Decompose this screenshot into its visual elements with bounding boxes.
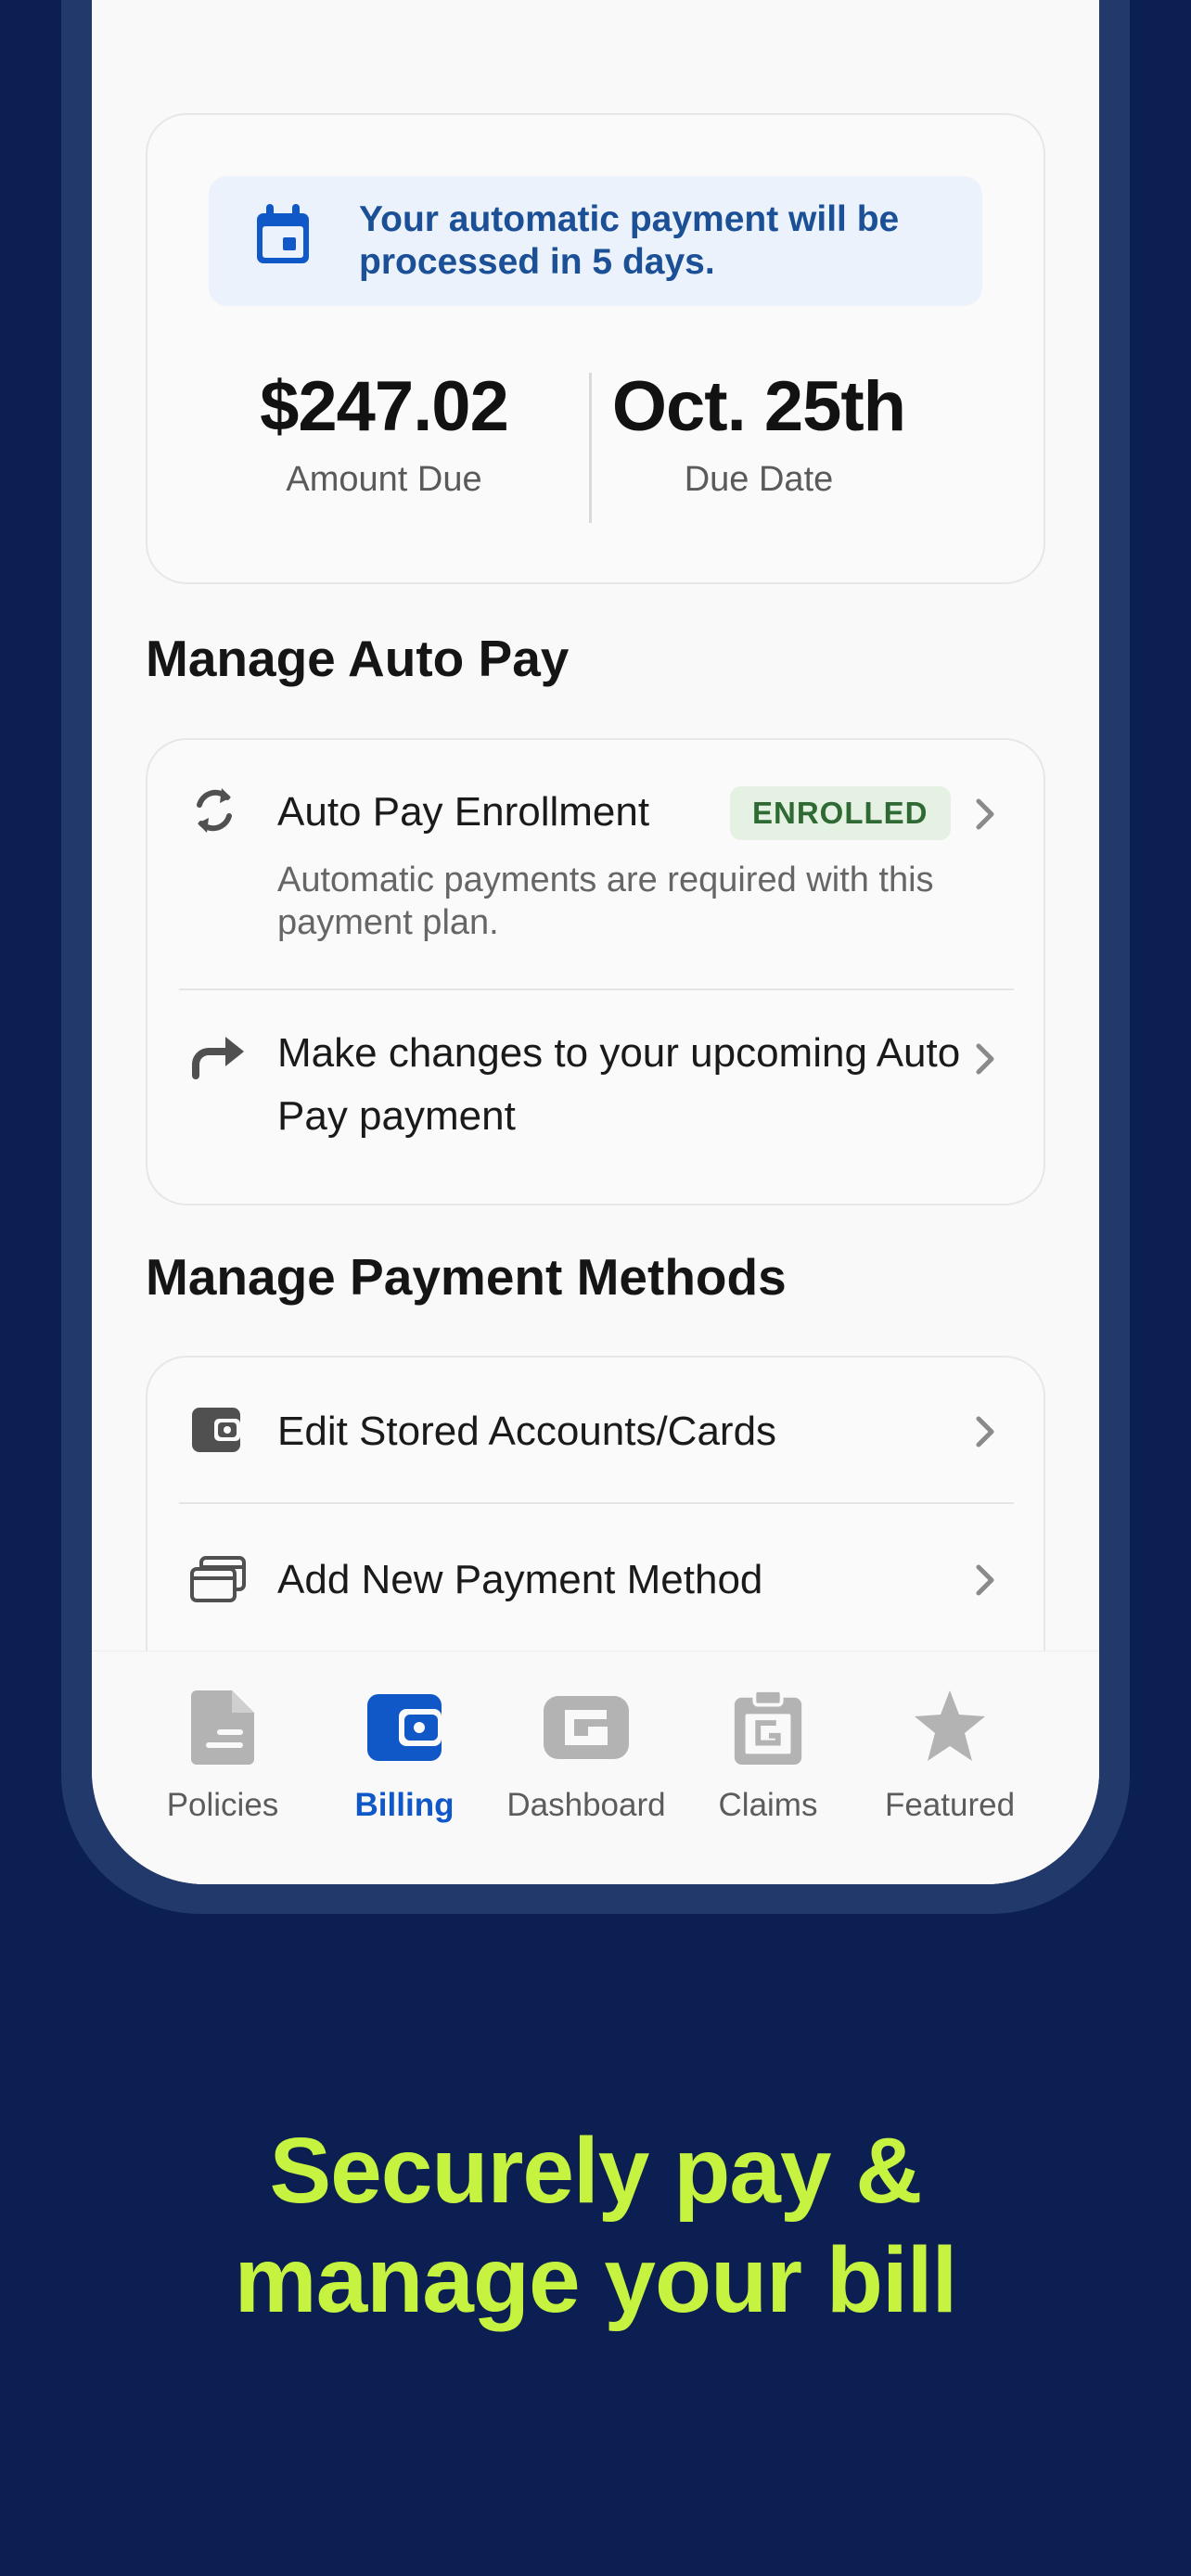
chevron-right-icon [976, 1564, 994, 1596]
nav-label-claims: Claims [718, 1787, 818, 1823]
chevron-right-icon [976, 1416, 994, 1447]
document-icon [191, 1690, 254, 1765]
tagline-line-1: Securely pay & [269, 2119, 922, 2223]
add-payment-method-label: Add New Payment Method [277, 1557, 763, 1602]
chevron-right-icon [976, 798, 994, 830]
nav-tab-billing[interactable]: Billing [312, 1651, 497, 1884]
nav-label-featured: Featured [884, 1787, 1016, 1823]
tagline-line-2: manage your bill [234, 2228, 958, 2332]
g-logo-icon [544, 1696, 629, 1759]
calendar-icon [257, 204, 309, 263]
cards-icon [190, 1556, 246, 1602]
nav-tab-dashboard[interactable]: Dashboard [493, 1651, 679, 1884]
arrow-redirect-icon [192, 1037, 244, 1079]
add-payment-method-row[interactable]: Add New Payment Method [147, 1506, 1044, 1654]
chevron-right-icon [976, 1043, 994, 1075]
amount-due-block: $247.02 Amount Due [185, 365, 583, 500]
phone-screen: Your automatic payment will be processed… [92, 0, 1099, 1884]
autopay-enrollment-title: Auto Pay Enrollment [277, 789, 650, 835]
page: Your automatic payment will be processed… [0, 0, 1191, 2576]
autopay-enrollment-row[interactable]: Auto Pay Enrollment ENROLLED Automatic p… [147, 740, 1044, 990]
manage-autopay-title: Manage Auto Pay [146, 630, 570, 687]
nav-label-billing: Billing [354, 1787, 455, 1823]
edit-stored-accounts-label: Edit Stored Accounts/Cards [277, 1409, 777, 1454]
nav-tab-policies[interactable]: Policies [130, 1651, 315, 1884]
autopay-enrollment-description: Automatic payments are required with thi… [277, 861, 934, 942]
clipboard-icon [734, 1689, 802, 1766]
refresh-icon [197, 788, 232, 833]
edit-stored-accounts-row[interactable]: Edit Stored Accounts/Cards [147, 1358, 1044, 1504]
wallet-icon [367, 1694, 442, 1761]
enrolled-badge: ENROLLED [730, 786, 951, 840]
autopay-card: Auto Pay Enrollment ENROLLED Automatic p… [146, 738, 1045, 1205]
nav-tab-featured[interactable]: Featured [857, 1651, 1043, 1884]
marketing-tagline: Securely pay & manage your bill [0, 2116, 1191, 2335]
autopay-alert-banner: Your automatic payment will be processed… [209, 176, 982, 306]
autopay-changes-row[interactable]: Make changes to your upcoming Auto Pay p… [147, 992, 1044, 1205]
row-divider [179, 1502, 1014, 1504]
bottom-navigation: Policies Billing Dashboard Claims Featur… [92, 1651, 1099, 1884]
nav-label-dashboard: Dashboard [506, 1787, 666, 1823]
due-date-block: Oct. 25th Due Date [559, 365, 958, 500]
amount-due-label: Amount Due [286, 460, 482, 499]
wallet-icon [192, 1408, 240, 1452]
row-divider [179, 988, 1014, 990]
star-icon [915, 1690, 985, 1761]
manage-payment-methods-title: Manage Payment Methods [146, 1248, 787, 1306]
alert-text: Your automatic payment will be processed… [359, 199, 900, 282]
due-date-label: Due Date [684, 460, 834, 499]
autopay-changes-title: Make changes to your upcoming Auto Pay p… [277, 1030, 961, 1139]
payment-summary-card: Your automatic payment will be processed… [146, 113, 1045, 584]
nav-label-policies: Policies [166, 1787, 279, 1823]
amount-due-value: $247.02 [260, 367, 509, 446]
due-date-value: Oct. 25th [611, 367, 906, 446]
nav-tab-claims[interactable]: Claims [675, 1651, 861, 1884]
